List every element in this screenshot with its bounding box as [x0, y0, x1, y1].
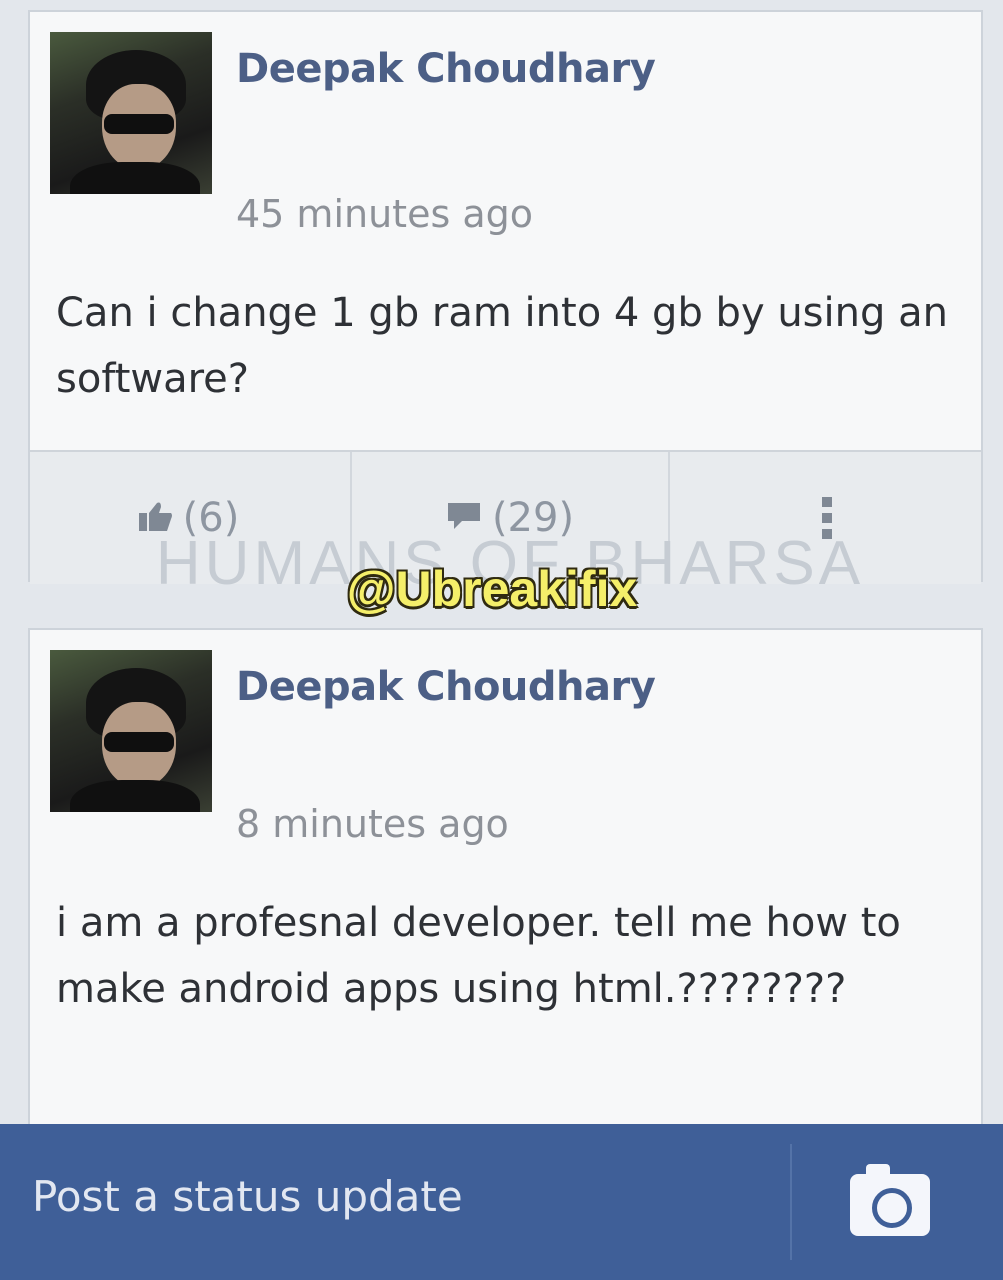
post-author[interactable]: Deepak Choudhary	[236, 46, 656, 92]
divider	[790, 1144, 792, 1260]
post-body: Can i change 1 gb ram into 4 gb by using…	[56, 290, 948, 402]
post-body: i am a profesnal developer. tell me how …	[56, 900, 901, 1012]
screenshot-frame: Deepak Choudhary 45 minutes ago Can i ch…	[0, 0, 1003, 1280]
post-timestamp: 8 minutes ago	[236, 802, 509, 846]
avatar[interactable]	[50, 32, 212, 194]
post-card: Deepak Choudhary 45 minutes ago Can i ch…	[28, 10, 983, 584]
avatar[interactable]	[50, 650, 212, 812]
camera-icon[interactable]	[850, 1164, 930, 1236]
overlay-tag: @Ubreakifix	[346, 561, 638, 617]
post-timestamp: 45 minutes ago	[236, 192, 533, 236]
status-update-bar: Post a status update	[0, 1124, 1003, 1280]
post-card: Deepak Choudhary 8 minutes ago i am a pr…	[28, 628, 983, 1128]
post-author[interactable]: Deepak Choudhary	[236, 664, 656, 710]
status-update-input[interactable]: Post a status update	[32, 1172, 463, 1221]
